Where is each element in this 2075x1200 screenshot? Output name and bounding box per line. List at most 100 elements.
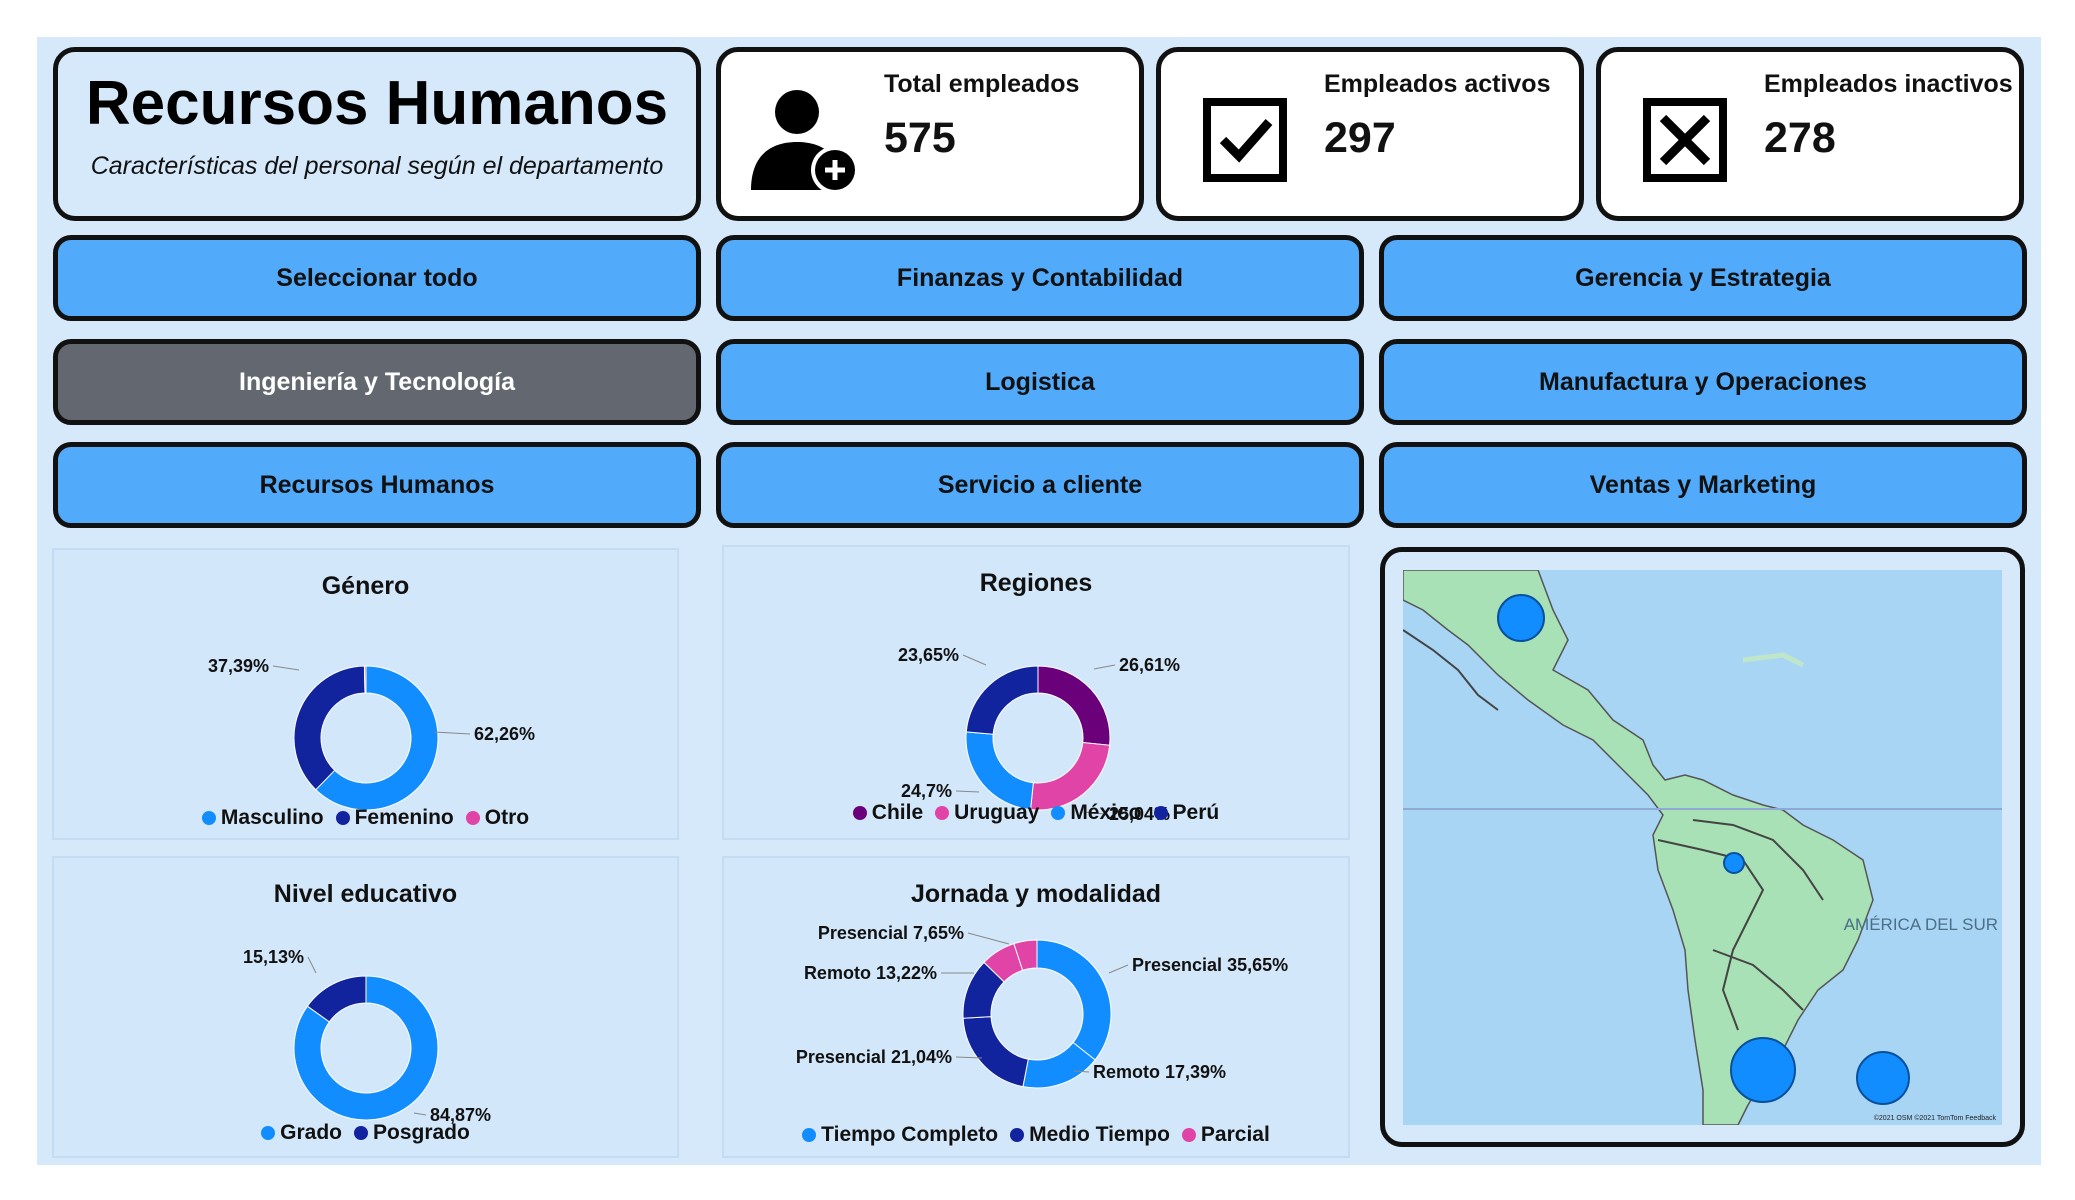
chart-legend: Tiempo Completo Medio Tiempo Parcial: [724, 1123, 1348, 1147]
kpi-value: 575: [884, 114, 956, 162]
map-view[interactable]: AMÉRICA DEL SUR ©2021 OSM ©2021 TomTom F…: [1403, 570, 2002, 1125]
legend-dot: [353, 1126, 368, 1140]
button-recursos-humanos[interactable]: Recursos Humanos: [53, 442, 701, 528]
leader-line: [962, 654, 987, 666]
map-bubble-uruguay[interactable]: [1856, 1051, 1910, 1105]
legend-item[interactable]: Grado: [261, 1121, 342, 1145]
legend-item[interactable]: Perú: [1153, 801, 1220, 825]
page-title: Recursos Humanos: [85, 69, 669, 138]
kpi-label: Empleados activos: [1324, 70, 1551, 98]
legend-label: Posgrado: [372, 1121, 470, 1144]
donut-slice[interactable]: [363, 665, 367, 694]
kpi-value: 278: [1764, 114, 1836, 162]
donut-chart: 62,26% 37,39%: [208, 656, 535, 811]
leader-line: [1108, 964, 1129, 974]
button-gerencia[interactable]: Gerencia y Estrategia: [1379, 235, 2027, 321]
leader-line: [413, 1112, 427, 1116]
dashboard-canvas: Recursos Humanos Características del per…: [37, 37, 2041, 1165]
legend-label: Parcial: [1200, 1123, 1270, 1146]
legend-dot: [201, 811, 216, 825]
kpi-label: Total empleados: [884, 70, 1080, 98]
data-label: 37,39%: [208, 656, 269, 676]
legend-item[interactable]: Parcial: [1181, 1123, 1270, 1147]
chart-genero-panel: Género 62,26% 37,39% Masculino Femenino Otr…: [52, 548, 679, 840]
donut-slice[interactable]: [1036, 939, 1112, 1061]
button-logistica[interactable]: Logistica: [716, 339, 1364, 425]
legend-label: Otro: [484, 806, 530, 829]
data-label: 15,13%: [243, 947, 304, 967]
legend-item[interactable]: Chile: [852, 801, 923, 825]
legend-dot: [802, 1128, 817, 1142]
button-ventas-marketing[interactable]: Ventas y Marketing: [1379, 442, 2027, 528]
map-bubble-mexico[interactable]: [1497, 594, 1545, 642]
donut-chart: Presencial 35,65% Remoto 17,39% Presencial…: [796, 923, 1288, 1089]
legend-dot: [261, 1126, 276, 1140]
legend-item[interactable]: Posgrado: [353, 1121, 470, 1145]
button-servicio-cliente[interactable]: Servicio a cliente: [716, 442, 1364, 528]
map-svg: AMÉRICA DEL SUR: [1403, 570, 2002, 1125]
legend-label: Grado: [280, 1121, 342, 1144]
legend-label: Masculino: [220, 806, 324, 829]
legend-item[interactable]: Masculino: [201, 806, 324, 830]
data-label: 62,26%: [474, 724, 535, 744]
legend-label: Medio Tiempo: [1029, 1123, 1170, 1146]
chart-nivel-educativo-panel: Nivel educativo 84,87% 15,13% Grado Posgra…: [52, 856, 679, 1158]
chart-legend: Chile Uruguay México Perú: [724, 801, 1348, 825]
legend-dot: [935, 806, 950, 820]
leader-line: [433, 731, 471, 735]
legend-dot: [1010, 1128, 1025, 1142]
leader-line: [967, 932, 1010, 945]
donut-chart: 84,87%15,13%: [243, 947, 491, 1125]
legend-item[interactable]: Uruguay: [935, 801, 1039, 825]
map-credit[interactable]: ©2021 OSM ©2021 TomTom Feedback: [1874, 1115, 1996, 1122]
add-user-icon: [751, 90, 859, 194]
legend-dot: [465, 811, 480, 825]
legend-item[interactable]: Femenino: [335, 806, 454, 830]
donut-slice[interactable]: [962, 1016, 1029, 1088]
legend-item[interactable]: México: [1051, 801, 1142, 825]
legend-label: Tiempo Completo: [821, 1123, 999, 1146]
map-bubble-peru[interactable]: [1723, 852, 1745, 874]
legend-dot: [1051, 806, 1066, 820]
chart-regiones-panel: Regiones 26,61% 25,04% 24,7% 23,65% Chile Ur…: [722, 545, 1350, 840]
button-select-all[interactable]: Seleccionar todo: [53, 235, 701, 321]
kpi-total-employees: Total empleados 575: [716, 47, 1144, 221]
donut-slice[interactable]: [965, 731, 1034, 811]
donut-slice[interactable]: [1037, 665, 1111, 746]
data-label: 24,7%: [901, 781, 952, 801]
checkbox-checked-icon: [1203, 98, 1287, 182]
chart-legend: Grado Posgrado: [54, 1121, 677, 1145]
chart-jornada-panel: Jornada y modalidad Presencial 35,65% Rem…: [722, 856, 1350, 1158]
kpi-inactive-employees: Empleados inactivos 278: [1596, 47, 2024, 221]
legend-dot: [852, 806, 867, 820]
kpi-label: Empleados inactivos: [1764, 70, 2013, 98]
page-subtitle: Características del personal según el de…: [90, 152, 664, 180]
legend-item[interactable]: Otro: [465, 806, 530, 830]
leader-line: [1093, 664, 1116, 670]
title-card: Recursos Humanos Características del per…: [53, 47, 701, 221]
leader-line: [307, 956, 317, 974]
button-finanzas[interactable]: Finanzas y Contabilidad: [716, 235, 1364, 321]
legend-dot: [1153, 806, 1168, 820]
button-manufactura[interactable]: Manufactura y Operaciones: [1379, 339, 2027, 425]
donut-slice[interactable]: [965, 665, 1039, 735]
legend-item[interactable]: Medio Tiempo: [1010, 1123, 1170, 1147]
donut-chart: 26,61%25,04%24,7%23,65%: [898, 645, 1180, 824]
legend-label: Uruguay: [954, 801, 1040, 824]
donut-slice[interactable]: [1030, 741, 1111, 811]
kpi-active-employees: Empleados activos 297: [1156, 47, 1584, 221]
data-label: Remoto 13,22%: [804, 963, 937, 983]
data-label: 26,61%: [1119, 655, 1180, 675]
legend-label: México: [1070, 801, 1142, 824]
data-label: Presencial 35,65%: [1132, 955, 1288, 975]
button-ingenieria[interactable]: Ingeniería y Tecnología: [53, 339, 701, 425]
legend-item[interactable]: Tiempo Completo: [802, 1123, 998, 1147]
donut-slice[interactable]: [293, 665, 366, 791]
checkbox-x-icon: [1643, 98, 1727, 182]
legend-label: Perú: [1172, 801, 1220, 824]
legend-dot: [335, 811, 350, 825]
map-bubble-chile[interactable]: [1730, 1037, 1796, 1103]
data-label: 23,65%: [898, 645, 959, 665]
legend-dot: [1181, 1128, 1196, 1142]
data-label: Remoto 17,39%: [1093, 1062, 1226, 1082]
